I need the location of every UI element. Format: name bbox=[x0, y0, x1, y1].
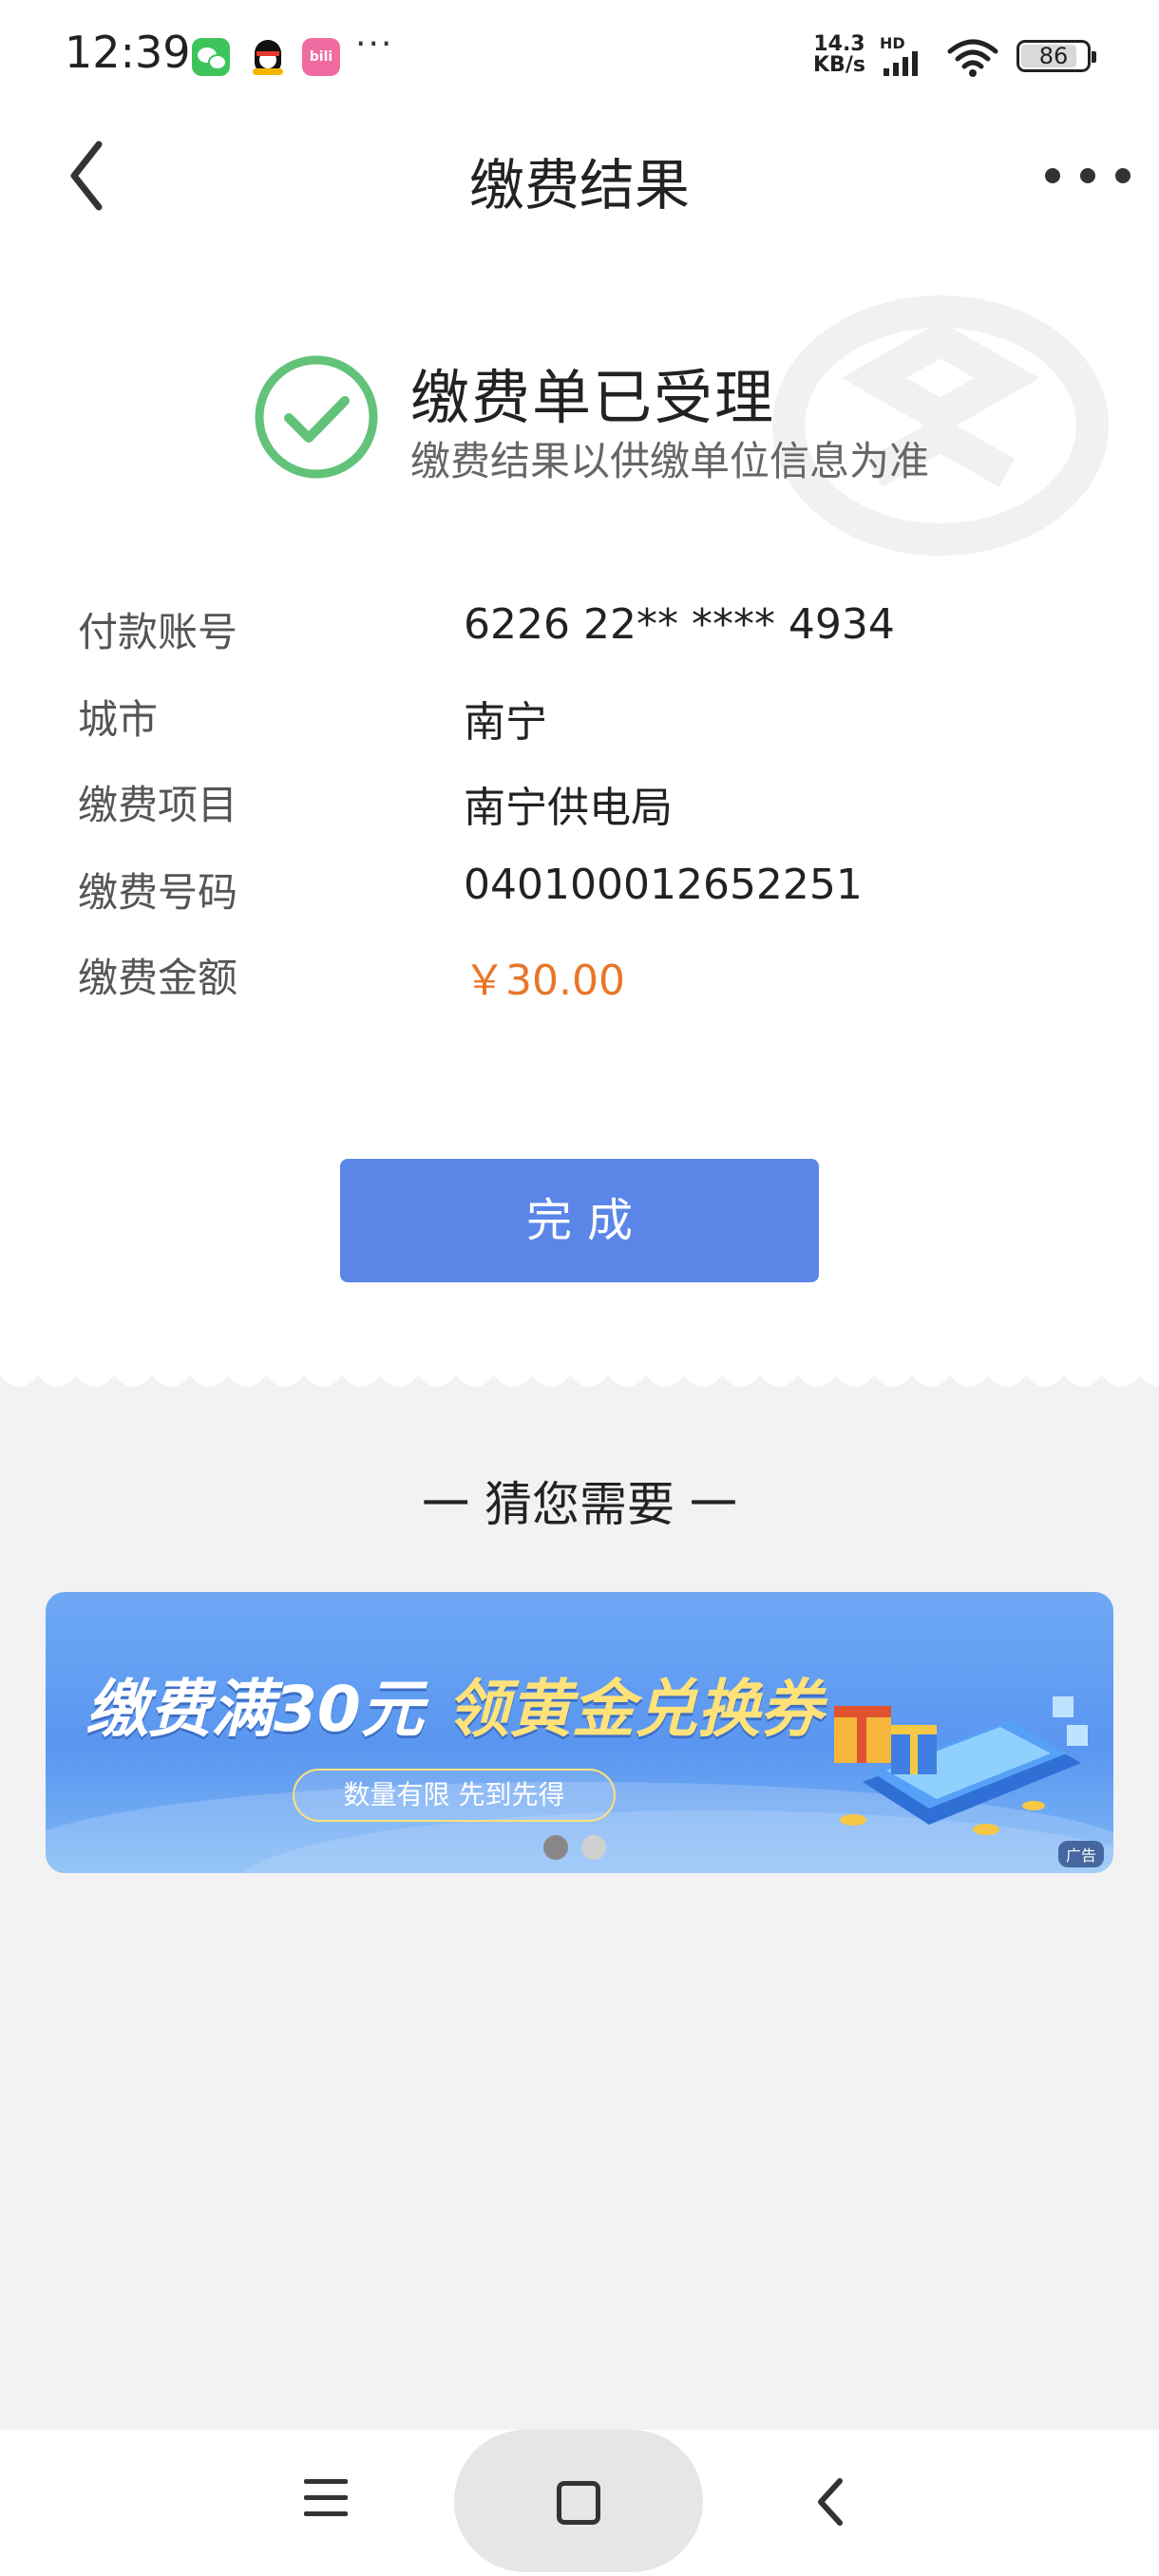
network-speed-value: 14.3 bbox=[813, 32, 865, 56]
detail-row-amount: 缴费金额 ￥30.00 bbox=[78, 946, 1085, 1013]
menu-icon[interactable] bbox=[304, 2479, 348, 2523]
page-title: 缴费结果 bbox=[468, 153, 690, 218]
banner-pill: 数量有限 先到先得 bbox=[293, 1769, 616, 1822]
detail-value: 040100012652251 bbox=[464, 861, 863, 909]
wechat-icon bbox=[192, 38, 230, 76]
notification-more-icon: ··· bbox=[355, 25, 394, 64]
carousel-dot[interactable] bbox=[581, 1835, 606, 1860]
detail-row-item: 缴费项目 南宁供电局 bbox=[78, 773, 1085, 840]
payment-amount: ￥30.00 bbox=[464, 957, 625, 1005]
home-icon[interactable] bbox=[557, 2481, 600, 2525]
detail-label: 城市 bbox=[78, 696, 159, 743]
result-card: 缴费单已受理 缴费结果以供缴单位信息为准 付款账号 6226 22** ****… bbox=[0, 236, 1159, 1375]
more-options-button[interactable] bbox=[1045, 152, 1130, 199]
detail-value: 南宁供电局 bbox=[464, 784, 673, 832]
more-dot-icon bbox=[1080, 168, 1095, 183]
result-title: 缴费单已受理 bbox=[410, 363, 776, 432]
detail-row-number: 缴费号码 040100012652251 bbox=[78, 861, 1085, 927]
qq-icon bbox=[249, 38, 287, 76]
result-subtitle: 缴费结果以供缴单位信息为准 bbox=[410, 438, 930, 484]
carousel-dot[interactable] bbox=[543, 1835, 568, 1860]
detail-value: 南宁 bbox=[464, 698, 547, 747]
bilibili-icon: bili bbox=[302, 38, 340, 76]
detail-label: 付款账号 bbox=[78, 609, 238, 655]
header: 缴费结果 bbox=[0, 112, 1159, 236]
more-dot-icon bbox=[1045, 168, 1060, 183]
detail-row-account: 付款账号 6226 22** **** 4934 bbox=[78, 600, 1085, 667]
system-back-icon[interactable] bbox=[809, 2473, 853, 2530]
more-dot-icon bbox=[1115, 168, 1130, 183]
network-speed: 14.3 KB/s bbox=[813, 34, 865, 76]
recommend-title: 一 猜您需要 一 bbox=[422, 1477, 737, 1532]
carousel-indicator bbox=[543, 1835, 606, 1860]
battery-level: 86 bbox=[1038, 43, 1069, 69]
detail-label: 缴费项目 bbox=[78, 782, 238, 828]
signal-icon bbox=[884, 51, 918, 76]
wifi-icon bbox=[947, 39, 998, 77]
banner-headline-gold: 领黄金兑换券 bbox=[446, 1673, 823, 1746]
system-nav-bar bbox=[0, 2430, 1159, 2576]
status-time: 12:39 bbox=[65, 27, 191, 78]
scallop-divider bbox=[0, 1375, 1159, 1398]
network-speed-unit: KB/s bbox=[813, 53, 865, 77]
detail-value: 6226 22** **** 4934 bbox=[464, 600, 895, 649]
banner-headline: 缴费满30元 领黄金兑换券 bbox=[86, 1658, 823, 1750]
bank-logo-watermark-icon bbox=[772, 295, 1109, 556]
ad-badge: 广告 bbox=[1057, 1841, 1104, 1867]
detail-label: 缴费号码 bbox=[78, 869, 238, 916]
battery-icon: 86 bbox=[1016, 40, 1096, 72]
status-bar: 12:39 bili ··· 14.3 KB/s HD 86 bbox=[0, 0, 1159, 112]
promo-banner[interactable]: 缴费满30元 领黄金兑换券 数量有限 先到先得 广告 bbox=[46, 1592, 1113, 1873]
detail-row-city: 城市 南宁 bbox=[78, 688, 1085, 754]
done-button[interactable]: 完成 bbox=[340, 1159, 819, 1282]
detail-label: 缴费金额 bbox=[78, 955, 238, 1001]
banner-headline-main: 缴费满30元 bbox=[86, 1673, 424, 1746]
success-check-icon bbox=[255, 355, 378, 479]
gift-phone-illustration-icon bbox=[834, 1696, 1088, 1835]
